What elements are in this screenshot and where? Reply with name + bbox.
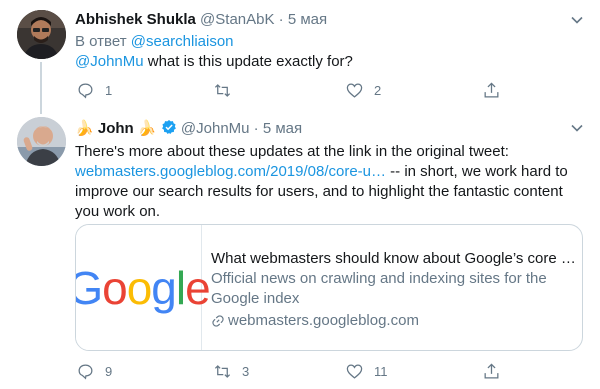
- heart-icon: [346, 83, 363, 98]
- tweet-date[interactable]: 5 мая: [288, 11, 327, 28]
- like-count: 11: [374, 363, 388, 379]
- card-body: What webmasters should know about Google…: [211, 249, 576, 331]
- retweet-button[interactable]: [213, 80, 242, 100]
- tweet-actions: 1 2: [75, 80, 535, 100]
- like-button[interactable]: 11: [345, 361, 388, 381]
- card-title: What webmasters should know about Google…: [211, 250, 576, 267]
- logo-letter: o: [102, 261, 128, 314]
- card-thumbnail: Google: [76, 225, 211, 350]
- share-icon: [484, 362, 499, 378]
- reply-to-link[interactable]: @searchliaison: [131, 33, 234, 50]
- thread-line: [40, 62, 42, 114]
- heart-icon: [346, 364, 363, 379]
- separator-dot: ·: [253, 120, 259, 137]
- reply-count: 1: [105, 82, 113, 98]
- chevron-down-icon[interactable]: [570, 121, 584, 135]
- user-handle[interactable]: @JohnMu: [181, 120, 250, 137]
- share-icon: [484, 81, 499, 97]
- reply-button[interactable]: 1: [76, 80, 112, 100]
- reply-prefix: В ответ: [75, 33, 127, 50]
- tweet-text-part1: There's more about these updates at the …: [75, 143, 509, 160]
- tweet-header: Abhishek Shukla @StanAbK · 5 мая: [75, 11, 327, 28]
- logo-letter: o: [126, 261, 153, 314]
- display-name[interactable]: John: [98, 120, 134, 137]
- tweet-text: @JohnMu what is this update exactly for?: [75, 53, 353, 70]
- link-preview-card[interactable]: Google What webmasters should know about…: [75, 224, 583, 351]
- avatar-john[interactable]: [17, 117, 66, 166]
- speech-bubble-icon: [78, 83, 93, 98]
- reply-count: 9: [105, 363, 113, 379]
- tweet-abhishek[interactable]: Abhishek Shukla @StanAbK · 5 мая В ответ…: [0, 0, 600, 114]
- logo-letter: G: [76, 262, 103, 314]
- retweet-button[interactable]: 3: [213, 361, 249, 381]
- retweet-icon: [214, 83, 231, 97]
- tweet-date[interactable]: 5 мая: [263, 120, 302, 137]
- logo-letter: g: [151, 261, 177, 314]
- separator-dot: ·: [278, 11, 284, 28]
- reply-context: В ответ @searchliaison: [75, 33, 234, 50]
- card-description: Official news on crawling and indexing s…: [211, 270, 547, 307]
- google-logo: Google: [76, 261, 211, 315]
- speech-bubble-icon: [78, 364, 93, 379]
- verified-badge-icon: [161, 120, 176, 134]
- logo-letter: l: [175, 261, 186, 314]
- share-button[interactable]: [482, 80, 501, 100]
- like-count: 2: [374, 82, 382, 98]
- article-link[interactable]: webmasters.googleblog.com/2019/08/core-u…: [75, 163, 386, 180]
- tweet-actions: 9 3 11: [75, 361, 535, 381]
- retweet-icon: [214, 364, 231, 378]
- like-button[interactable]: 2: [345, 80, 381, 100]
- avatar-abhishek[interactable]: [17, 10, 66, 59]
- chevron-down-icon[interactable]: [570, 13, 584, 27]
- retweet-count: 3: [242, 363, 250, 379]
- logo-letter: e: [185, 261, 211, 314]
- tweet-text: There's more about these updates at the …: [75, 142, 585, 222]
- share-button[interactable]: [482, 361, 501, 381]
- tweet-header: 🍌 John 🍌 @JohnMu · 5 мая: [75, 119, 302, 137]
- card-domain-text: webmasters.googleblog.com: [228, 312, 419, 329]
- mention-link[interactable]: @JohnMu: [75, 53, 144, 70]
- card-domain: webmasters.googleblog.com: [211, 311, 576, 331]
- tweet-text-body: what is this update exactly for?: [143, 53, 353, 70]
- display-name[interactable]: Abhishek Shukla: [75, 11, 196, 28]
- banana-emoji-left: 🍌: [75, 120, 94, 137]
- banana-emoji-right: 🍌: [137, 120, 157, 137]
- reply-button[interactable]: 9: [76, 361, 112, 381]
- link-icon: [212, 315, 224, 327]
- user-handle[interactable]: @StanAbK: [200, 11, 274, 28]
